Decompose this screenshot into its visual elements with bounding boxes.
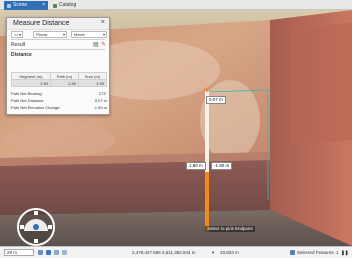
panel-options-row: ▭ ▾ Planar ▾ Metric ▾ xyxy=(7,30,109,39)
scale-dropdown[interactable]: 29 m xyxy=(4,249,34,256)
coordinate-format-dropdown[interactable]: ▾ xyxy=(212,247,214,258)
close-tab-icon[interactable]: × xyxy=(42,1,45,10)
column-header: Sum (m) xyxy=(77,72,108,80)
copy-icon[interactable]: ▤ xyxy=(93,41,99,48)
table-row[interactable]: 1.90 1.90 1.90 xyxy=(11,79,108,87)
chevron-down-icon: ▾ xyxy=(62,32,65,37)
stat-value: -1.90 m xyxy=(93,105,107,110)
column-header: Segment (m) xyxy=(11,72,51,80)
result-label: Result xyxy=(11,42,26,48)
net-distance-stat: Path Net Distance: 0.07 m xyxy=(11,98,107,104)
table-header-row: Segment (m) Path (m) Sum (m) xyxy=(11,72,108,80)
horizontal-distance-label: 0.07 m xyxy=(206,96,226,104)
panel-close-button[interactable]: × xyxy=(101,19,105,26)
pick-endpoint-hint: Select to pick Endpoint xyxy=(205,226,255,232)
mode-dropdown-value: Planar xyxy=(36,32,48,37)
distance-section-label: Distance xyxy=(11,52,32,58)
segment-cell: 1.90 xyxy=(11,79,51,87)
mode-dropdown[interactable]: Planar ▾ xyxy=(33,31,67,38)
tab-catalog[interactable]: Catalog xyxy=(50,1,86,10)
path-cell: 1.90 xyxy=(49,79,79,87)
status-bar: 29 m 2,479,427.665 4,511,382.844 m ▾ 33.… xyxy=(0,246,352,258)
coordinate-readout: 2,479,427.665 4,511,382.844 m xyxy=(132,250,196,255)
scale-value: 29 m xyxy=(7,250,18,255)
segment-length-label: 1.90 m xyxy=(186,162,206,170)
globe-icon xyxy=(7,4,11,8)
navigation-mode-icon[interactable] xyxy=(46,250,51,255)
net-elevation-stat: Path Net Elevation Change: -1.90 m xyxy=(11,105,107,111)
sum-cell: 1.90 xyxy=(77,79,108,87)
column-header: Path (m) xyxy=(49,72,79,80)
navigator-control[interactable] xyxy=(14,205,58,246)
stat-label: Path Net Distance: xyxy=(11,98,45,103)
tab-scene-label: Scene xyxy=(13,2,28,8)
units-dropdown[interactable]: Metric ▾ xyxy=(71,31,107,38)
measure-distance-panel: Measure Distance × ▭ ▾ Planar ▾ Metric ▾ Re… xyxy=(6,17,110,115)
snapping-icon[interactable] xyxy=(62,250,67,255)
measure-tool-dropdown[interactable]: ▭ ▾ xyxy=(11,31,23,38)
stat-label: Path Net Bearing: xyxy=(11,91,43,96)
tab-catalog-label: Catalog xyxy=(59,2,77,8)
scale-lock-icon[interactable] xyxy=(38,250,43,255)
elevation-readout: 33.833 m xyxy=(220,250,239,255)
pause-drawing-button[interactable]: ❚❚ xyxy=(341,247,349,258)
ruler-icon: ▭ xyxy=(14,32,18,37)
stat-label: Path Net Elevation Change: xyxy=(11,105,61,110)
clear-icon[interactable]: ✎ xyxy=(101,41,106,48)
selected-features-count[interactable]: Selected Features: 1 xyxy=(297,247,339,258)
grid-icon[interactable] xyxy=(54,250,59,255)
distance-table: Segment (m) Path (m) Sum (m) 1.90 1.90 1… xyxy=(11,72,108,87)
net-bearing-stat: Path Net Bearing: 273° xyxy=(11,91,107,97)
view-tab-strip: Scene × Catalog xyxy=(0,0,352,10)
tab-scene[interactable]: Scene × xyxy=(4,1,48,10)
result-row: Result ▤ ✎ xyxy=(7,40,109,49)
units-dropdown-value: Metric xyxy=(74,32,85,37)
panel-header: Measure Distance × xyxy=(7,18,109,30)
navigator-icon xyxy=(17,208,55,246)
stat-value: 273° xyxy=(98,91,107,96)
distance-row: Distance xyxy=(7,50,109,59)
panel-title: Measure Distance xyxy=(13,20,70,27)
chevron-down-icon: ▾ xyxy=(18,32,21,37)
selection-icon xyxy=(290,250,295,255)
catalog-icon xyxy=(53,4,57,8)
elevation-change-label: -1.90 m xyxy=(211,162,233,170)
stat-value: 0.07 m xyxy=(94,98,107,103)
chevron-down-icon: ▾ xyxy=(102,32,105,37)
